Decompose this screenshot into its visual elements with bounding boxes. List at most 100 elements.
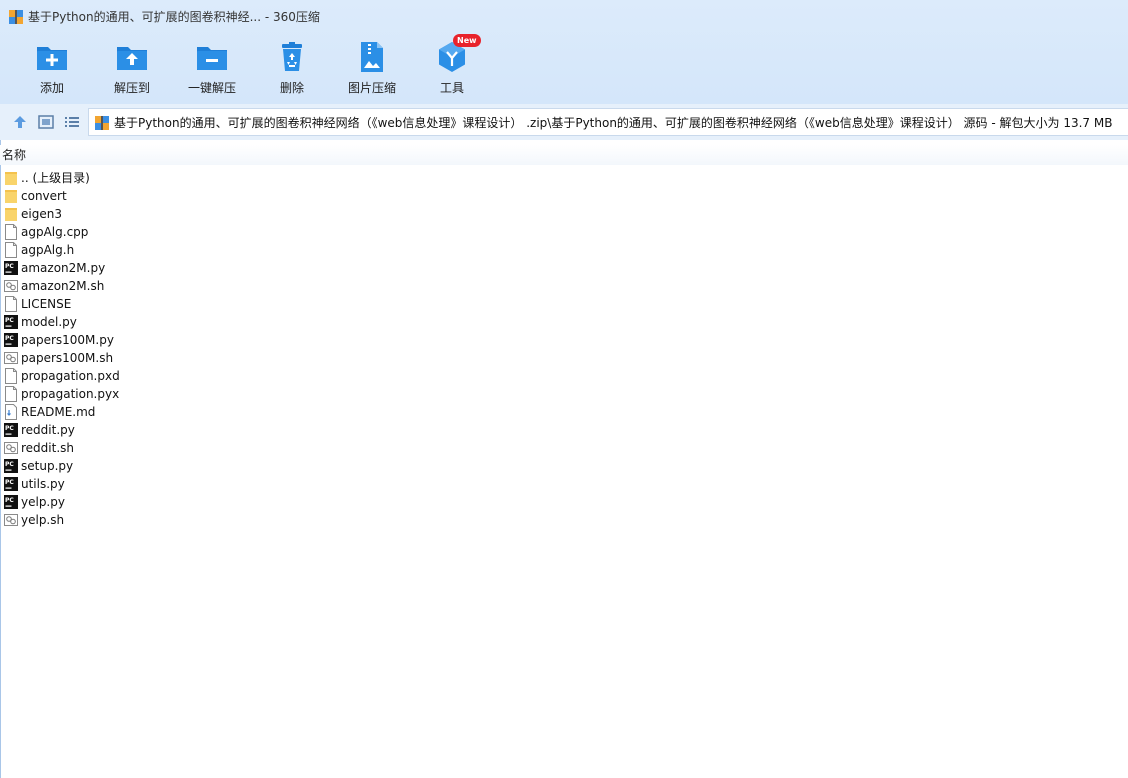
pycharm-file-icon: PC (4, 495, 18, 509)
file-name: reddit.py (21, 423, 75, 437)
svg-text:PC: PC (5, 335, 14, 342)
file-rows: .. (上级目录) convert eigen3 agpAlg.cpp agpAlg.h… (0, 169, 1128, 529)
tools-button[interactable]: New 工具 (412, 34, 492, 100)
window-chrome: 基于Python的通用、可扩展的图卷积神经... - 360压缩 添加 解压到 … (0, 0, 1128, 104)
archive-icon (95, 116, 109, 130)
address-path: 基于Python的通用、可扩展的图卷积神经网络（《web信息处理》课程设计） .… (114, 116, 1113, 130)
folder-row[interactable]: convert (0, 187, 300, 205)
file-row[interactable]: yelp.sh (0, 511, 300, 529)
file-name: yelp.py (21, 495, 65, 509)
column-header-name[interactable]: 名称 (2, 148, 26, 162)
file-name: amazon2M.py (21, 261, 106, 275)
file-name: model.py (21, 315, 77, 329)
file-row[interactable]: papers100M.sh (0, 349, 300, 367)
delete-label: 删除 (279, 81, 304, 95)
file-icon (5, 242, 17, 258)
pycharm-file-icon: PC (4, 333, 18, 347)
folder-row[interactable]: eigen3 (0, 205, 300, 223)
main-toolbar: 添加 解压到 一键解压 删除 图片压缩 New 工具 (0, 34, 1128, 104)
file-row[interactable]: PC amazon2M.py (0, 259, 300, 277)
svg-text:PC: PC (5, 497, 14, 504)
address-bar[interactable]: 基于Python的通用、可扩展的图卷积神经网络（《web信息处理》课程设计） .… (88, 108, 1128, 136)
svg-text:PC: PC (5, 317, 14, 324)
file-row[interactable]: reddit.sh (0, 439, 300, 457)
image-compress-button[interactable]: 图片压缩 (332, 38, 412, 100)
pycharm-file-icon: PC (4, 423, 18, 437)
file-icon (5, 296, 17, 312)
file-icon (5, 224, 17, 240)
add-folder-icon (37, 47, 67, 70)
window-title: 基于Python的通用、可扩展的图卷积神经... - 360压缩 (28, 10, 320, 24)
one-click-extract-button[interactable]: 一键解压 (172, 38, 252, 100)
extract-to-label: 解压到 (113, 81, 150, 95)
pycharm-file-icon: PC (4, 459, 18, 473)
new-badge: New (453, 34, 481, 47)
svg-text:PC: PC (5, 461, 14, 468)
delete-button[interactable]: 删除 (252, 38, 332, 100)
file-row[interactable]: PC yelp.py (0, 493, 300, 511)
file-name: papers100M.py (21, 333, 114, 347)
svg-text:PC: PC (5, 263, 14, 270)
shell-script-icon (4, 514, 18, 526)
shell-script-icon (4, 280, 18, 292)
image-compress-label: 图片压缩 (347, 81, 396, 95)
file-row[interactable]: PC papers100M.py (0, 331, 300, 349)
file-name: papers100M.sh (21, 351, 114, 365)
file-name: utils.py (21, 477, 65, 491)
file-name: agpAlg.cpp (21, 225, 89, 239)
file-row[interactable]: PC model.py (0, 313, 300, 331)
tools-label: 工具 (439, 81, 464, 95)
thumbnail-view-icon[interactable] (37, 113, 55, 131)
recycle-bin-icon (282, 42, 302, 71)
file-icon (5, 368, 17, 384)
file-name: eigen3 (21, 207, 62, 221)
shell-script-icon (4, 352, 18, 364)
extract-to-button[interactable]: 解压到 (92, 38, 172, 100)
file-name: propagation.pxd (21, 369, 120, 383)
pycharm-file-icon: PC (4, 261, 18, 275)
up-arrow-icon[interactable] (11, 113, 29, 131)
file-name: reddit.sh (21, 441, 74, 455)
file-row[interactable]: LICENSE (0, 295, 300, 313)
file-list: 名称 .. (上级目录) convert eigen3 agpAlg.cpp agpAl… (0, 140, 1128, 778)
folder-icon (5, 172, 17, 185)
file-name: .. (上级目录) (21, 171, 90, 185)
file-icon (5, 386, 17, 402)
file-row[interactable]: PC setup.py (0, 457, 300, 475)
one-click-extract-icon (197, 47, 227, 70)
file-name: agpAlg.h (21, 243, 75, 257)
shell-script-icon (4, 442, 18, 454)
tools-icon-wrap: New (435, 34, 481, 74)
list-header: 名称 (0, 145, 1128, 165)
folder-row[interactable]: .. (上级目录) (0, 169, 300, 187)
extract-to-folder-icon (117, 47, 147, 70)
file-name: amazon2M.sh (21, 279, 105, 293)
file-name: convert (21, 189, 67, 203)
add-button[interactable]: 添加 (12, 38, 92, 100)
svg-text:PC: PC (5, 425, 14, 432)
title-bar[interactable]: 基于Python的通用、可扩展的图卷积神经... - 360压缩 (0, 0, 1128, 34)
file-row[interactable]: agpAlg.h (0, 241, 300, 259)
svg-text:PC: PC (5, 479, 14, 486)
address-row: 基于Python的通用、可扩展的图卷积神经网络（《web信息处理》课程设计） .… (0, 104, 1128, 140)
file-name: setup.py (21, 459, 74, 473)
file-row[interactable]: PC utils.py (0, 475, 300, 493)
archive-window: 基于Python的通用、可扩展的图卷积神经... - 360压缩 添加 解压到 … (0, 0, 1128, 778)
file-name: yelp.sh (21, 513, 65, 527)
file-row[interactable]: agpAlg.cpp (0, 223, 300, 241)
file-name: LICENSE (21, 297, 72, 311)
file-row[interactable]: README.md (0, 403, 300, 421)
app-icon (9, 10, 23, 24)
pycharm-file-icon: PC (4, 315, 18, 329)
file-row[interactable]: propagation.pyx (0, 385, 300, 403)
image-compress-icon (361, 42, 383, 72)
add-label: 添加 (39, 81, 64, 95)
file-name: README.md (21, 405, 96, 419)
file-row[interactable]: propagation.pxd (0, 367, 300, 385)
list-view-icon[interactable] (63, 113, 81, 131)
markdown-file-icon (5, 404, 17, 420)
file-row[interactable]: PC reddit.py (0, 421, 300, 439)
file-name: propagation.pyx (21, 387, 120, 401)
file-row[interactable]: amazon2M.sh (0, 277, 300, 295)
folder-icon (5, 190, 17, 203)
